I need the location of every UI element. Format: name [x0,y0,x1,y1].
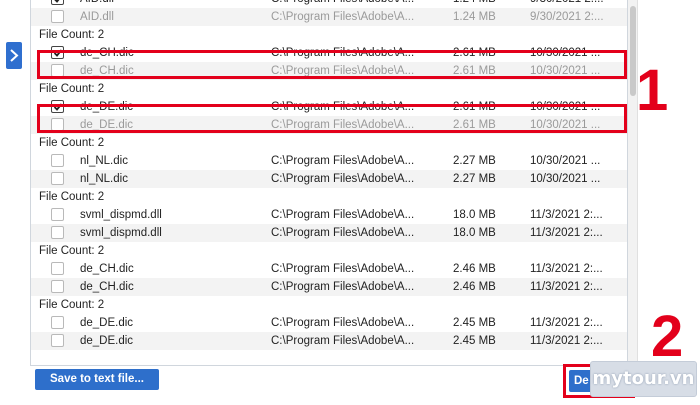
row-checkbox[interactable] [51,172,64,185]
file-path: C:\Program Files\Adobe\A... [271,11,415,23]
annotation-number-1: 1 [636,58,669,123]
annotation-box-1 [37,50,627,79]
file-size: 18.0 MB [453,209,496,221]
chevron-right-icon [10,49,19,62]
checkmark-icon [54,0,60,3]
group-header: File Count: 2 [31,188,627,206]
file-row[interactable]: nl_NL.dic C:\Program Files\Adobe\A... 2.27… [31,170,627,188]
file-path: C:\Program Files\Adobe\A... [271,281,415,293]
row-checkbox[interactable] [51,334,64,347]
file-name: nl_NL.dic [80,173,128,185]
file-size: 2.46 MB [453,263,496,275]
file-row[interactable]: de_CH.dic C:\Program Files\Adobe\A... 2.46… [31,278,627,296]
file-size: 2.46 MB [453,281,496,293]
row-checkbox[interactable] [51,208,64,221]
file-size: 18.0 MB [453,227,496,239]
file-row[interactable]: de_CH.dic C:\Program Files\Adobe\A... 2.46… [31,260,627,278]
file-date: 11/3/2021 2:... [530,227,603,239]
group-header: File Count: 2 [31,134,627,152]
file-path: C:\Program Files\Adobe\A... [271,317,415,329]
file-name: svml_dispmd.dll [80,227,162,239]
file-date: 11/3/2021 2:... [530,281,603,293]
row-checkbox[interactable] [51,280,64,293]
duplicate-files-window: AID.dll C:\Program Files\Adobe\A... 1.24 M… [0,0,700,405]
file-size: 2.27 MB [453,155,496,167]
row-checkbox[interactable] [51,10,64,23]
file-date: 9/30/2021 2:... [530,11,604,23]
file-row[interactable]: nl_NL.dic C:\Program Files\Adobe\A... 2.27… [31,152,627,170]
row-checkbox[interactable] [51,0,64,5]
file-date: 9/30/2021 2:... [530,0,604,8]
file-size: 2.45 MB [453,317,496,329]
file-path: C:\Program Files\Adobe\A... [271,173,415,185]
side-panel-toggle[interactable] [6,42,22,69]
row-checkbox[interactable] [51,226,64,239]
file-path: C:\Program Files\Adobe\A... [271,227,415,239]
file-row[interactable]: svml_dispmd.dll C:\Program Files\Adobe\A.… [31,224,627,242]
file-name: de_DE.dic [80,317,134,329]
file-row[interactable]: AID.dll C:\Program Files\Adobe\A... 1.24 M… [31,0,627,8]
file-size: 1.24 MB [453,11,496,23]
list-scrollbar[interactable] [628,0,638,366]
file-name: AID.dll [80,0,114,8]
file-name: de_CH.dic [80,281,134,293]
file-date: 10/30/2021 ... [530,173,601,185]
group-header: File Count: 2 [31,242,627,260]
mytour-watermark: mytour.vn [590,361,697,397]
annotation-number-2: 2 [651,304,684,369]
file-path: C:\Program Files\Adobe\A... [271,209,415,221]
file-name: de_CH.dic [80,263,134,275]
group-header: File Count: 2 [31,296,627,314]
file-path: C:\Program Files\Adobe\A... [271,335,415,347]
row-checkbox[interactable] [51,262,64,275]
file-path: C:\Program Files\Adobe\A... [271,155,415,167]
file-path: C:\Program Files\Adobe\A... [271,0,414,8]
file-name: de_DE.dic [80,335,134,347]
file-name: AID.dll [80,11,114,23]
file-size: 2.45 MB [453,335,496,347]
file-date: 11/3/2021 2:... [530,263,603,275]
group-header: File Count: 2 [31,80,627,98]
file-row[interactable]: de_DE.dic C:\Program Files\Adobe\A... 2.45… [31,314,627,332]
file-name: svml_dispmd.dll [80,209,162,221]
file-name: nl_NL.dic [80,155,128,167]
file-size: 2.27 MB [453,173,496,185]
file-row[interactable]: svml_dispmd.dll C:\Program Files\Adobe\A.… [31,206,627,224]
file-row[interactable]: AID.dll C:\Program Files\Adobe\A... 1.24 M… [31,8,627,26]
save-to-text-file-button[interactable]: Save to text file... [35,369,159,390]
file-date: 11/3/2021 2:... [530,317,603,329]
annotation-box-2 [37,104,627,133]
file-date: 11/3/2021 2:... [530,335,603,347]
file-path: C:\Program Files\Adobe\A... [271,263,415,275]
file-date: 10/30/2021 ... [530,155,601,167]
group-header: File Count: 2 [31,26,627,44]
file-size: 1.24 MB [453,0,496,8]
file-date: 11/3/2021 2:... [530,209,603,221]
file-row[interactable]: de_DE.dic C:\Program Files\Adobe\A... 2.45… [31,332,627,350]
row-checkbox[interactable] [51,316,64,329]
row-checkbox[interactable] [51,154,64,167]
